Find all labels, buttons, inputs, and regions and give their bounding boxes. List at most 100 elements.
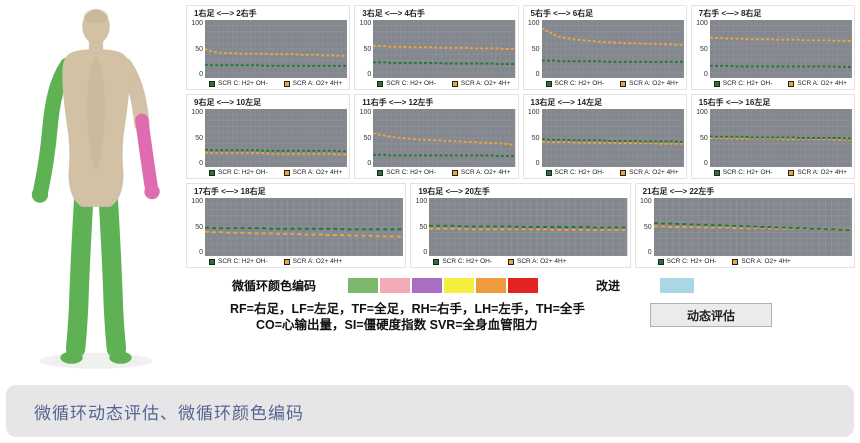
mini-chart-card: 7右手 <—> 8右足100500SCR C: H2+ OH-SCR A: O2… [691,5,855,90]
chart-legend-item: SCR C: H2+ OH- [209,169,268,176]
chart-legend-item: SCR A: O2+ 4H+ [732,258,791,265]
chart-legend-item: SCR A: O2+ 4H+ [452,80,511,87]
legend-series-label: SCR C: H2+ OH- [723,80,773,87]
legend-series-label: SCR A: O2+ 4H+ [461,169,511,176]
body-hair-shading [84,9,108,23]
chart-title: 19右足 <—> 20左手 [418,186,627,197]
chart-y-axis: 100500 [357,20,373,78]
chart-legend-item: SCR A: O2+ 4H+ [788,80,847,87]
charts-grid: 1右足 <—> 2右手 100500 SCR C: H2+ OH- SCR A: O2… [186,5,855,268]
legend-series-label: SCR C: H2+ OH- [442,258,492,265]
y-tick-label: 50 [189,46,203,53]
y-tick-label: 50 [357,46,371,53]
body-green-hand-region [32,186,48,202]
y-tick-label: 0 [694,160,708,167]
chart-y-axis: 100500 [189,109,205,167]
chart-plot [373,109,515,167]
dynamic-assessment-button[interactable]: 动态评估 [650,303,772,327]
legend-series-label: SCR A: O2+ 4H+ [293,169,343,176]
y-tick-label: 0 [189,249,203,256]
mini-chart-card: 11右手 <—> 12左手100500SCR C: H2+ OH-SCR A: … [354,94,518,179]
chart-legend: SCR C: H2+ OH- SCR A: O2+ 4H+ [209,80,347,87]
body-figure-image [8,2,184,374]
chart-legend-item: SCR C: H2+ OH- [433,258,492,265]
chart-legend-item: SCR C: H2+ OH- [546,80,605,87]
y-tick-label: 0 [638,249,652,256]
chart-legend-item: SCR C: H2+ OH- [377,80,436,87]
mini-chart-card: 19右足 <—> 20左手100500SCR C: H2+ OH-SCR A: … [410,183,630,268]
chart-plot [710,20,852,78]
y-tick-label: 50 [189,135,203,142]
chart-plot [205,198,403,256]
y-tick-label: 0 [189,71,203,78]
mini-chart-card: 17右手 <—> 18右足100500SCR C: H2+ OH-SCR A: … [186,183,406,268]
legend-series-label: SCR C: H2+ OH- [218,258,268,265]
body-left-foot-region [60,352,82,364]
body-figure [8,2,184,374]
y-tick-label: 0 [413,249,427,256]
chart-plot [710,109,852,167]
footer-bar: 微循环动态评估、微循环颜色编码 [6,385,854,437]
y-tick-label: 0 [526,160,540,167]
chart-y-axis: 100500 [189,198,205,256]
chart-y-axis: 100500 [357,109,373,167]
color-swatch [508,278,538,293]
chart-legend-item: SCR A: O2+ 4H+ [284,80,343,87]
chart-legend-item: SCR C: H2+ OH- [714,169,773,176]
chart-title: 5右手 <—> 6右足 [531,8,684,19]
notes-line2: CO=心输出量，SI=僵硬度指数 SVR=全身血管阻力 [230,317,660,333]
chart-plot [205,109,347,167]
y-tick-label: 50 [526,46,540,53]
y-tick-label: 50 [526,135,540,142]
color-legend-swatches [348,278,538,293]
legend-series-label: SCR C: H2+ OH- [218,80,268,87]
legend-swatch-icon [452,81,458,87]
legend-series-label: SCR A: O2+ 4H+ [629,169,679,176]
color-swatch [476,278,506,293]
chart-legend-item: SCR C: H2+ OH- [714,80,773,87]
legend-series-label: SCR C: H2+ OH- [723,169,773,176]
legend-swatch-icon [209,170,215,176]
chart-legend-item: SCR A: O2+ 4H+ [508,258,567,265]
y-tick-label: 50 [638,224,652,231]
chart-legend: SCR C: H2+ OH-SCR A: O2+ 4H+ [546,80,684,87]
chart-y-axis: 100500 [526,20,542,78]
y-tick-label: 0 [357,71,371,78]
chart-legend: SCR C: H2+ OH- SCR A: O2+ 4H+ [433,258,627,265]
chart-y-axis: 100500 [694,20,710,78]
legend-swatch-icon [508,259,514,265]
legend-series-label: SCR A: O2+ 4H+ [461,80,511,87]
chart-row: 9右足 <—> 10左足100500SCR C: H2+ OH-SCR A: O… [186,94,855,179]
color-legend-label: 微循环颜色编码 [232,277,316,294]
legend-swatch-icon [546,170,552,176]
chart-title: 1右足 <—> 2右手 [194,8,347,19]
footer-title: 微循环动态评估、微循环颜色编码 [34,399,304,424]
legend-swatch-icon [546,81,552,87]
chart-y-axis: 100500 [526,109,542,167]
legend-series-label: SCR A: O2+ 4H+ [741,258,791,265]
chart-row: 1右足 <—> 2右手 100500 SCR C: H2+ OH- SCR A: O2… [186,5,855,90]
legend-swatch-icon [209,259,215,265]
mini-chart-card: 21右足 <—> 22左手100500SCR C: H2+ OH-SCR A: … [635,183,855,268]
chart-legend-item: SCR A: O2+ 4H+ [788,169,847,176]
chart-legend-item: SCR A: O2+ 4H+ [620,169,679,176]
color-swatch [348,278,378,293]
mini-chart-card: 5右手 <—> 6右足100500 SCR C: H2+ OH-SCR A: O2… [523,5,687,90]
chart-plot [542,109,684,167]
notes-line1: RF=右足，LF=左足，TF=全足，RH=右手，LH=左手，TH=全手 [230,301,660,317]
body-right-foot-region [109,352,131,364]
color-legend-row: 微循环颜色编码 改进 [186,277,806,294]
chart-legend-item: SCR A: O2+ 4H+ [452,169,511,176]
y-tick-label: 0 [357,160,371,167]
chart-legend: SCR C: H2+ OH-SCR A: O2+ 4H+ [546,169,684,176]
mini-chart-card: 9右足 <—> 10左足100500SCR C: H2+ OH-SCR A: O… [186,94,350,179]
chart-y-axis: 100500 [694,109,710,167]
legend-series-label: SCR C: H2+ OH- [386,169,436,176]
improve-swatch [660,278,694,293]
legend-swatch-icon [209,81,215,87]
legend-swatch-icon [284,81,290,87]
y-tick-label: 50 [694,135,708,142]
chart-plot [654,198,852,256]
mini-chart-card: 3右足 <—> 4右手100500SCR C: H2+ OH-SCR A: O2… [354,5,518,90]
color-swatch [380,278,410,293]
